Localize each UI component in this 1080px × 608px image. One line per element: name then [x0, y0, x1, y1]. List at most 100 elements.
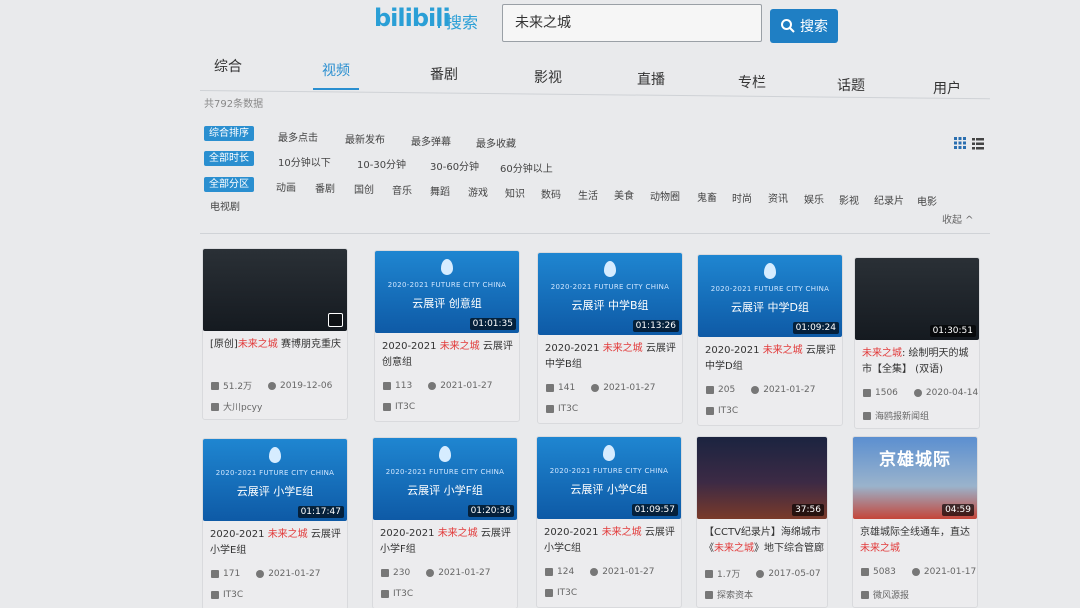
list-view-icon[interactable] [972, 138, 984, 150]
uploader[interactable]: IT3C [211, 590, 243, 600]
tab-bangumi[interactable]: 番剧 [430, 64, 458, 84]
video-card[interactable]: 01:30:51 未来之城: 绘制明天的城市【全集】 (双语) 1506 2020… [854, 257, 980, 429]
duration-badge: 37:56 [792, 504, 824, 516]
video-title[interactable]: 京雄城际全线通车，直达未来之城 [860, 525, 976, 557]
video-thumbnail[interactable] [203, 249, 347, 331]
uploader-icon [211, 402, 219, 411]
duration-10-30[interactable]: 10-30分钟 [357, 156, 406, 171]
video-card[interactable]: 2020-2021 FUTURE CITY CHINA 云展评 创意组 01:0… [374, 250, 520, 422]
play-count-icon [705, 569, 713, 578]
zone-option[interactable]: 资讯 [768, 190, 788, 205]
uploader[interactable]: IT3C [706, 406, 738, 416]
tab-live[interactable]: 直播 [637, 69, 665, 89]
sort-most-click[interactable]: 最多点击 [278, 129, 318, 144]
video-meta: 51.2万 2019-12-06 [211, 379, 345, 392]
play-count-icon [211, 570, 219, 578]
video-card[interactable]: 京雄城际 04:59 京雄城际全线通车，直达未来之城 5083 2021-01-1… [852, 436, 978, 608]
tab-video[interactable]: 视频 [322, 60, 350, 80]
watch-later-icon[interactable] [328, 313, 343, 327]
zone-option[interactable]: 数码 [541, 186, 561, 201]
uploader[interactable]: 大川pcyy [211, 400, 262, 413]
uploader[interactable]: 海鸥报新闻组 [863, 409, 929, 422]
uploader[interactable]: 探索资本 [705, 588, 753, 601]
video-card[interactable]: 2020-2021 FUTURE CITY CHINA 云展评 小学C组 01:… [536, 436, 682, 608]
zone-option[interactable]: 动画 [276, 179, 296, 194]
zone-option[interactable]: 番剧 [315, 180, 335, 195]
zone-option[interactable]: 电视剧 [210, 198, 240, 213]
zone-option[interactable]: 音乐 [392, 182, 412, 197]
uploader[interactable]: IT3C [546, 404, 578, 414]
video-thumbnail[interactable]: 2020-2021 FUTURE CITY CHINA 云展评 小学F组 01:… [373, 438, 517, 520]
video-meta: 124 2021-01-27 [545, 567, 679, 577]
video-thumbnail[interactable]: 37:56 [697, 437, 827, 519]
sort-newest[interactable]: 最新发布 [345, 131, 385, 146]
duration-badge: 01:20:36 [467, 505, 514, 517]
video-thumbnail[interactable]: 京雄城际 04:59 [853, 437, 977, 519]
video-title[interactable]: 2020-2021 未来之城 云展评 创意组 [382, 339, 516, 371]
video-title[interactable]: 2020-2021 未来之城 云展评 小学C组 [544, 525, 678, 557]
uploader-icon [545, 589, 553, 597]
tab-topic[interactable]: 话题 [837, 75, 865, 95]
zone-option[interactable]: 舞蹈 [430, 183, 450, 198]
video-title[interactable]: 2020-2021 未来之城 云展评 中学D组 [705, 343, 839, 375]
video-card[interactable]: 37:56 【CCTV纪录片】海绵城市《未来之城》地下综合管廊 1.7万 2017… [696, 436, 828, 608]
clock-icon [591, 384, 600, 392]
zone-option[interactable]: 美食 [614, 187, 634, 202]
uploader[interactable]: 微风源报 [861, 588, 909, 601]
tab-user[interactable]: 用户 [933, 78, 961, 98]
zone-option[interactable]: 生活 [578, 187, 598, 202]
clock-icon [256, 570, 265, 578]
video-title[interactable]: 2020-2021 未来之城 云展评 小学F组 [380, 526, 514, 558]
uploader[interactable]: IT3C [383, 402, 415, 412]
video-card[interactable]: 2020-2021 FUTURE CITY CHINA 云展评 小学F组 01:… [372, 437, 518, 608]
search-button[interactable]: 搜索 [770, 9, 838, 43]
tab-all[interactable]: 综合 [214, 56, 242, 76]
video-thumbnail[interactable]: 2020-2021 FUTURE CITY CHINA 云展评 小学C组 01:… [537, 437, 681, 519]
uploader[interactable]: IT3C [381, 589, 413, 599]
video-title[interactable]: 【CCTV纪录片】海绵城市《未来之城》地下综合管廊 [704, 525, 826, 557]
uploader[interactable]: IT3C [545, 588, 577, 598]
collapse-filters-button[interactable]: 收起 ^ [942, 211, 974, 226]
zone-option[interactable]: 影视 [839, 192, 859, 207]
video-thumbnail[interactable]: 2020-2021 FUTURE CITY CHINA 云展评 中学D组 01:… [698, 255, 842, 337]
zone-option[interactable]: 动物圈 [650, 188, 680, 203]
play-count-icon [545, 568, 553, 576]
video-title[interactable]: 未来之城: 绘制明天的城市【全集】 (双语) [862, 346, 978, 378]
zone-option[interactable]: 纪录片 [874, 192, 904, 207]
video-title[interactable]: [原创]未来之城 赛博朋克重庆 [210, 337, 344, 353]
search-input[interactable]: 未来之城 [502, 4, 762, 42]
zone-option[interactable]: 国创 [354, 181, 374, 196]
video-card[interactable]: 2020-2021 FUTURE CITY CHINA 云展评 中学D组 01:… [697, 254, 843, 426]
duration-under-10[interactable]: 10分钟以下 [278, 154, 331, 169]
zone-option[interactable]: 知识 [505, 185, 525, 200]
zone-option[interactable]: 时尚 [732, 190, 752, 205]
sort-chip[interactable]: 综合排序 [204, 126, 254, 141]
video-title[interactable]: 2020-2021 未来之城 云展评 中学B组 [545, 341, 679, 373]
video-card[interactable]: 2020-2021 FUTURE CITY CHINA 云展评 小学E组 01:… [202, 438, 348, 608]
sort-most-favorite[interactable]: 最多收藏 [476, 135, 516, 150]
clock-icon [913, 389, 922, 397]
zone-option[interactable]: 娱乐 [804, 191, 824, 206]
video-title[interactable]: 2020-2021 未来之城 云展评 小学E组 [210, 527, 344, 559]
tab-article[interactable]: 专栏 [738, 72, 766, 92]
duration-chip[interactable]: 全部时长 [204, 151, 254, 166]
zone-option[interactable]: 游戏 [468, 184, 488, 199]
uploader-icon [211, 591, 219, 599]
water-drop-icon [603, 445, 615, 461]
duration-30-60[interactable]: 30-60分钟 [430, 158, 479, 173]
grid-view-icon[interactable] [954, 137, 966, 149]
video-thumbnail[interactable]: 2020-2021 FUTURE CITY CHINA 云展评 中学B组 01:… [538, 253, 682, 335]
water-drop-icon [764, 263, 776, 279]
video-thumbnail[interactable]: 01:30:51 [855, 258, 979, 340]
video-thumbnail[interactable]: 2020-2021 FUTURE CITY CHINA 云展评 小学E组 01:… [203, 439, 347, 521]
zone-option[interactable]: 电影 [917, 193, 937, 208]
zone-option[interactable]: 鬼畜 [697, 189, 717, 204]
video-card[interactable]: [原创]未来之城 赛博朋克重庆 51.2万 2019-12-06 大川pcyy [202, 248, 348, 420]
sort-most-danmaku[interactable]: 最多弹幕 [411, 133, 451, 148]
video-card[interactable]: 2020-2021 FUTURE CITY CHINA 云展评 中学B组 01:… [537, 252, 683, 424]
duration-over-60[interactable]: 60分钟以上 [500, 160, 553, 175]
tab-divider [199, 90, 990, 100]
video-thumbnail[interactable]: 2020-2021 FUTURE CITY CHINA 云展评 创意组 01:0… [375, 251, 519, 333]
tab-film[interactable]: 影视 [534, 67, 562, 87]
zone-chip[interactable]: 全部分区 [204, 177, 254, 192]
